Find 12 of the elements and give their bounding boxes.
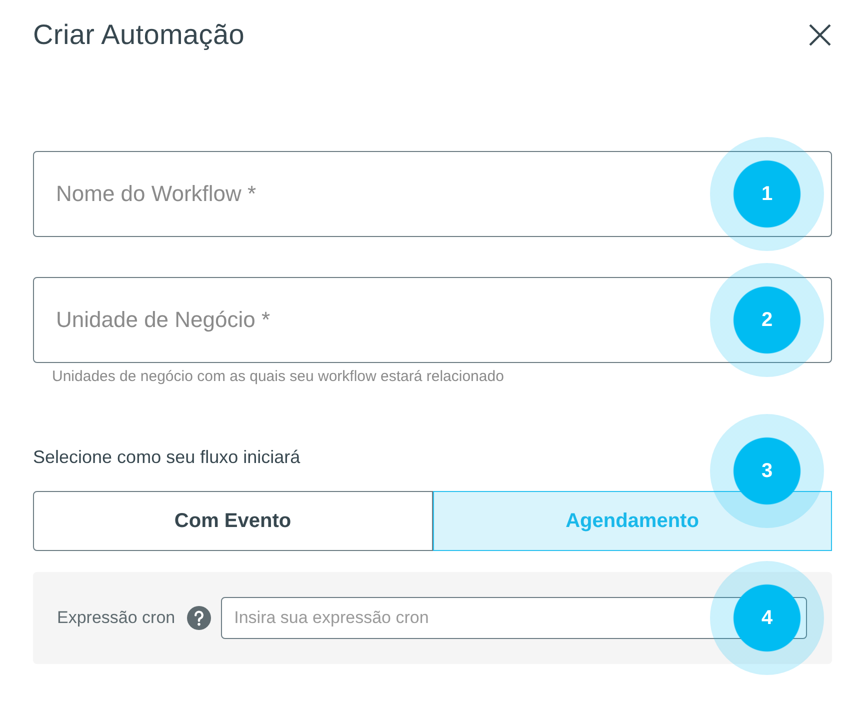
step-badge: 1 — [710, 137, 824, 251]
step-badge: 3 — [710, 414, 824, 528]
step-badge: 4 — [710, 561, 824, 675]
dialog-title: Criar Automação — [33, 19, 245, 51]
field-label: Expressão cron — [57, 608, 176, 628]
helper-text: Unidades de negócio com as quais seu workflow estará relacionado — [52, 368, 505, 385]
toggle-option[interactable]: Com Evento — [33, 491, 432, 551]
section-label: Selecione como seu fluxo iniciará — [33, 447, 302, 468]
step-badge: 2 — [710, 263, 824, 377]
close-icon — [808, 23, 832, 47]
help-icon[interactable] — [187, 606, 212, 630]
close-button[interactable] — [807, 22, 833, 48]
